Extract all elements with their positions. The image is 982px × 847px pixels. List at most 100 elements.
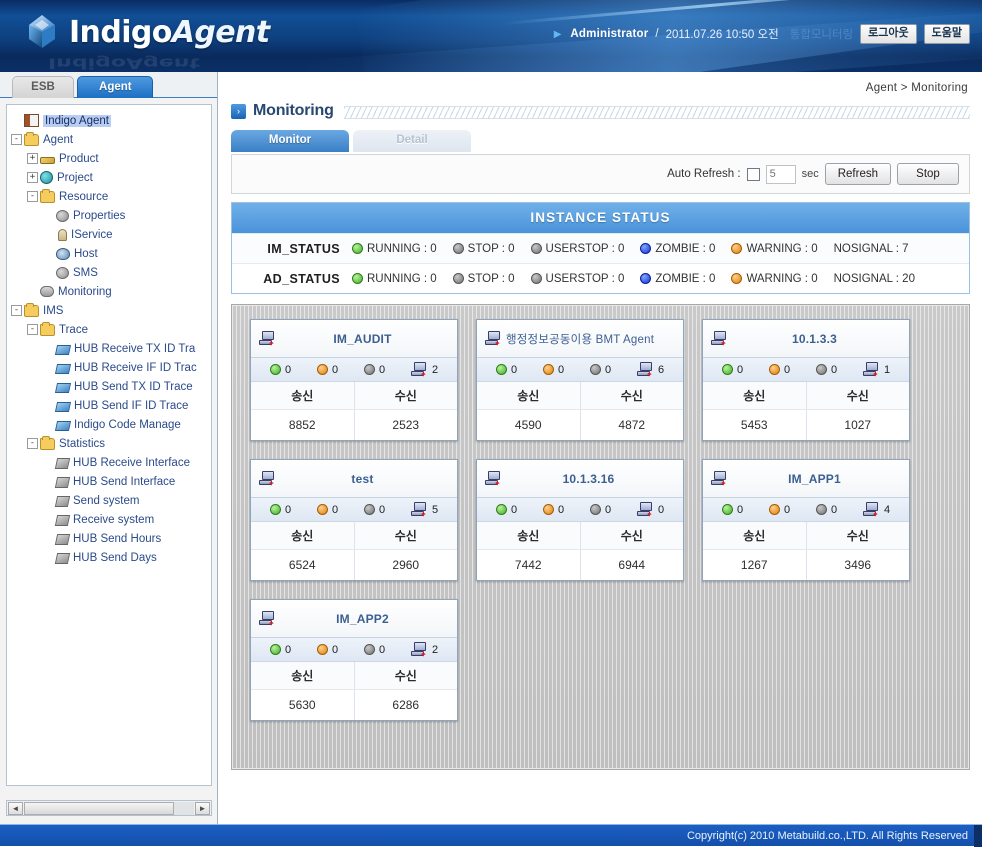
instance-orange-count: 0: [768, 504, 790, 516]
computer-icon: ✦: [410, 502, 428, 519]
stop-button[interactable]: Stop: [897, 163, 959, 185]
instance-send-label: 송신: [291, 669, 314, 683]
tree-item-send-system[interactable]: Send system: [11, 491, 211, 510]
card-icon: [54, 344, 72, 355]
tree-item-label: HUB Send TX ID Trace: [74, 380, 193, 393]
disc-icon: [56, 266, 69, 279]
tree-item-hub-send-interface[interactable]: HUB Send Interface: [11, 472, 211, 491]
instance-card[interactable]: ✦ 10.1.3.16 0 0 0 ✦ 0 송신 수신 7442 6944: [476, 459, 684, 581]
instance-nosignal-count: ✦ 1: [862, 362, 890, 379]
navigation-tree-panel[interactable]: Indigo Agent - Agent + Product + Project - Resou…: [6, 104, 212, 786]
tree-item-hub-receive-interface[interactable]: HUB Receive Interface: [11, 453, 211, 472]
integrated-monitoring-link[interactable]: 통합모니터링: [790, 26, 853, 42]
gray-status-dot-icon: [363, 504, 375, 515]
tree-item-hub-receive-if-id-trac[interactable]: HUB Receive IF ID Trac: [11, 358, 211, 377]
expand-icon[interactable]: +: [27, 153, 38, 164]
collapse-icon[interactable]: -: [27, 191, 38, 202]
tree-item-label: Project: [57, 171, 93, 184]
tree-item-agent[interactable]: - Agent: [11, 130, 211, 149]
logout-button[interactable]: 로그아웃: [860, 24, 917, 44]
sidebar-tab-esb[interactable]: ESB: [12, 76, 74, 98]
status-item-label: WARNING : 0: [746, 272, 818, 285]
tree-item-hub-send-if-id-trace[interactable]: HUB Send IF ID Trace: [11, 396, 211, 415]
instance-cards-container: ✦ IM_AUDIT 0 0 0 ✦ 2 송신 수신 8852 2523 ✦ 행정정보공동이용 BMT …: [231, 304, 970, 770]
scrollbar-track[interactable]: [24, 801, 194, 815]
tree-item-product[interactable]: + Product: [11, 149, 211, 168]
refresh-button[interactable]: Refresh: [824, 163, 891, 185]
tree-item-resource[interactable]: - Resource: [11, 187, 211, 206]
instance-card-title-row: ✦ 10.1.3.3: [703, 320, 909, 358]
tab-detail[interactable]: Detail: [353, 130, 471, 152]
tree-item-iservice[interactable]: IService: [11, 225, 211, 244]
tree-item-hub-send-tx-id-trace[interactable]: HUB Send TX ID Trace: [11, 377, 211, 396]
status-item-nosignal: NOSIGNAL : 7: [834, 243, 909, 255]
collapse-icon[interactable]: -: [11, 305, 22, 316]
instance-card[interactable]: ✦ IM_APP1 0 0 0 ✦ 4 송신 수신 1267 3496: [702, 459, 910, 581]
collapse-icon[interactable]: -: [27, 438, 38, 449]
tree-item-properties[interactable]: Properties: [11, 206, 211, 225]
instance-receive-label: 수신: [805, 522, 910, 549]
status-item-label: WARNING : 0: [746, 242, 818, 255]
instance-receive-value: 6286: [353, 690, 458, 720]
instance-card[interactable]: ✦ 10.1.3.3 0 0 0 ✦ 1 송신 수신 5453 1027: [702, 319, 910, 441]
tree-item-trace[interactable]: - Trace: [11, 320, 211, 339]
box-icon: [54, 477, 71, 488]
instance-receive-value: 2960: [353, 550, 458, 580]
tree-item-hub-send-hours[interactable]: HUB Send Hours: [11, 529, 211, 548]
instance-send-label: 송신: [743, 389, 766, 403]
instance-card-stats-row: 0 0 0 ✦ 2: [251, 638, 457, 662]
scrollbar-thumb[interactable]: [24, 801, 174, 815]
help-button[interactable]: 도움말: [923, 24, 970, 44]
instance-card-value-row: 1267 3496: [703, 550, 909, 580]
tree-item-indigo-agent[interactable]: Indigo Agent: [11, 111, 211, 130]
status-item-label: RUNNING : 0: [367, 242, 437, 255]
tree-item-label: HUB Receive Interface: [73, 456, 190, 469]
instance-gray-count: 0: [363, 504, 385, 516]
refresh-interval-input[interactable]: [765, 164, 796, 184]
tree-item-hub-send-days[interactable]: HUB Send Days: [11, 548, 211, 567]
brand-logo[interactable]: IndigoAgent: [22, 12, 270, 52]
scroll-left-icon[interactable]: ◄: [8, 801, 23, 815]
instance-send-value: 8852: [288, 418, 316, 432]
gray-status-dot-icon: [589, 504, 601, 515]
tree-item-project[interactable]: + Project: [11, 168, 211, 187]
instance-card[interactable]: ✦ IM_APP2 0 0 0 ✦ 2 송신 수신 5630 6286: [250, 599, 458, 721]
instance-nosignal-count: ✦ 2: [410, 362, 438, 379]
tree-item-host[interactable]: Host: [11, 244, 211, 263]
tree-item-label: IMS: [43, 304, 64, 317]
sidebar-horizontal-scrollbar[interactable]: ◄ ►: [6, 800, 212, 816]
tree-item-statistics[interactable]: - Statistics: [11, 434, 211, 453]
collapse-icon[interactable]: -: [11, 134, 22, 145]
gray-status-dot-icon: [452, 243, 464, 254]
collapse-icon[interactable]: -: [27, 324, 38, 335]
sidebar-tab-agent[interactable]: Agent: [77, 76, 154, 98]
folder-icon: [40, 435, 55, 450]
tree-item-hub-receive-tx-id-tra[interactable]: HUB Receive TX ID Tra: [11, 339, 211, 358]
tree-item-ims[interactable]: - IMS: [11, 301, 211, 320]
instance-card-stats-row: 0 0 0 ✦ 4: [703, 498, 909, 522]
tab-monitor[interactable]: Monitor: [231, 130, 349, 152]
auto-refresh-checkbox[interactable]: [746, 167, 760, 181]
instance-card[interactable]: ✦ test 0 0 0 ✦ 5 송신 수신 6524 2960: [250, 459, 458, 581]
instance-green-count-value: 0: [284, 363, 292, 376]
instance-card[interactable]: ✦ IM_AUDIT 0 0 0 ✦ 2 송신 수신 8852 2523: [250, 319, 458, 441]
expand-icon[interactable]: +: [27, 172, 38, 183]
scroll-right-icon[interactable]: ►: [195, 801, 210, 815]
title-hatch-decoration: [343, 106, 970, 119]
instance-card[interactable]: ✦ 행정정보공동이용 BMT Agent 0 0 0 ✦ 6 송신 수신 4590 4872: [476, 319, 684, 441]
app-header: IndigoAgent IndigoAgent ▶ Administrator …: [0, 0, 982, 72]
instance-orange-count: 0: [316, 504, 338, 516]
pencil-icon: [40, 156, 55, 164]
breadcrumb: Agent > Monitoring: [865, 82, 968, 94]
cloud-icon: [40, 286, 54, 297]
tree-item-receive-system[interactable]: Receive system: [11, 510, 211, 529]
folder-icon: [24, 302, 39, 317]
gray-status-dot-icon: [363, 364, 375, 375]
tree-item-monitoring[interactable]: Monitoring: [11, 282, 211, 301]
tree-item-sms[interactable]: SMS: [11, 263, 211, 282]
computer-icon: ✦: [410, 642, 428, 659]
tree-item-indigo-code-manage[interactable]: Indigo Code Manage: [11, 415, 211, 434]
status-item-running: RUNNING : 0: [352, 273, 437, 285]
